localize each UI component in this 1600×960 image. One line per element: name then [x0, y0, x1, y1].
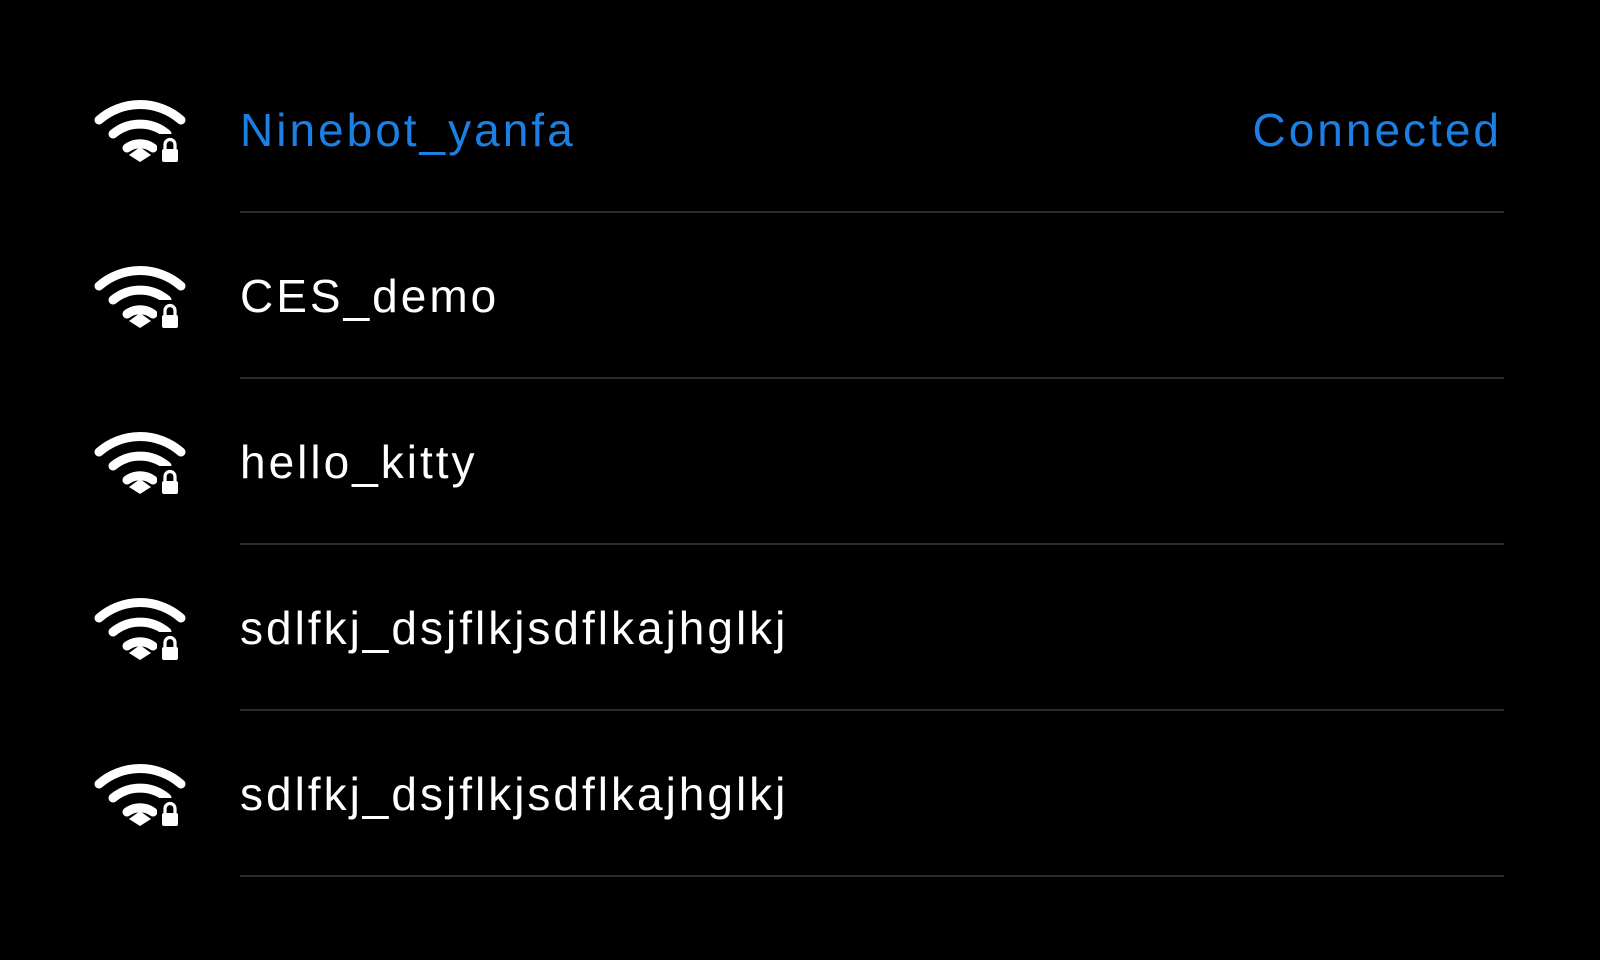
wifi-lock-icon — [93, 426, 191, 498]
network-name: sdlfkj_dsjflkjsdflkajhglkj — [240, 768, 789, 820]
network-name: sdlfkj_dsjflkjsdflkajhglkj — [240, 602, 789, 654]
network-name: Ninebot_yanfa — [240, 104, 576, 156]
wifi-lock-icon — [93, 592, 191, 664]
wifi-network-item[interactable]: CES_demo — [0, 213, 1600, 379]
wifi-network-item[interactable]: Ninebot_yanfa Connected — [0, 47, 1600, 213]
wifi-network-list: Ninebot_yanfa Connected CES_demo hello_k… — [0, 47, 1600, 877]
divider — [240, 875, 1504, 877]
wifi-lock-icon — [93, 94, 191, 166]
wifi-lock-icon — [93, 260, 191, 332]
network-name: hello_kitty — [240, 436, 478, 488]
wifi-network-item[interactable]: sdlfkj_dsjflkjsdflkajhglkj — [0, 711, 1600, 877]
wifi-lock-icon — [93, 758, 191, 830]
wifi-network-item[interactable]: hello_kitty — [0, 379, 1600, 545]
connection-status: Connected — [1252, 104, 1502, 156]
network-name: CES_demo — [240, 270, 500, 322]
wifi-network-item[interactable]: sdlfkj_dsjflkjsdflkajhglkj — [0, 545, 1600, 711]
